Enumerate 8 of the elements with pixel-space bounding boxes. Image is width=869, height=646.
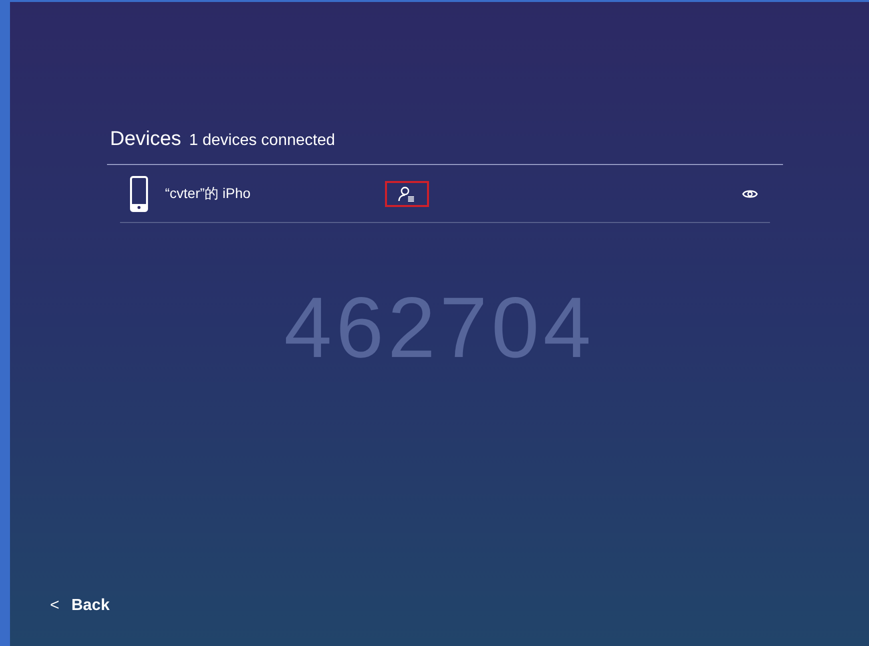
user-icon (398, 186, 416, 202)
section-title: Devices (110, 127, 182, 152)
device-name: “cvter”的 iPho (165, 184, 252, 203)
user-button[interactable] (385, 180, 429, 206)
devices-count: 1 devices connected (189, 131, 336, 151)
eye-icon[interactable] (742, 188, 758, 200)
phone-icon (130, 176, 148, 212)
back-button[interactable]: < Back (46, 590, 114, 622)
